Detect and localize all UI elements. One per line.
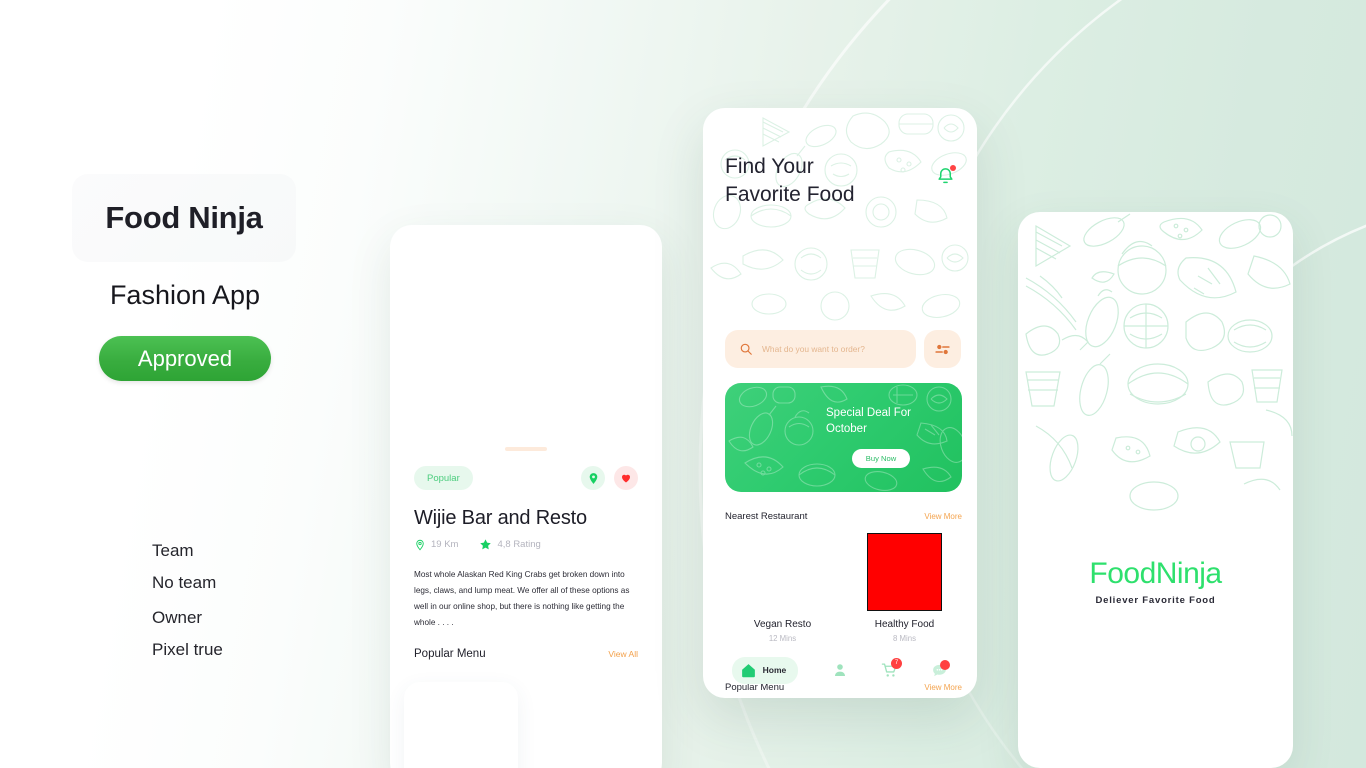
search-input[interactable] <box>762 344 892 354</box>
restaurant-description: Most whole Alaskan Red King Crabs get br… <box>414 570 630 627</box>
restaurant-card[interactable]: Vegan Resto 12 Mins <box>725 533 840 643</box>
app-title-chip: Food Ninja <box>72 174 296 262</box>
restaurant-thumb-missing <box>745 533 820 611</box>
home-title: Find Your Favorite Food <box>725 153 855 209</box>
popular-badge[interactable]: Popular <box>414 466 473 490</box>
restaurant-card-time: 8 Mins <box>893 634 916 643</box>
cart-badge: 7 <box>890 657 902 669</box>
nav-item-profile[interactable] <box>832 662 848 678</box>
food-doodle-pattern-splash <box>1025 213 1293 511</box>
banner-headline: Special Deal For October <box>826 407 912 435</box>
section-title-nearest: Nearest Restaurant <box>725 511 808 522</box>
view-more-nearest-link[interactable]: View More <box>924 512 962 521</box>
meta-item-team: Team <box>152 541 194 560</box>
nearest-restaurant-grid: Vegan Resto 12 Mins Healthy Food 8 Mins <box>725 533 962 643</box>
heart-icon <box>622 474 630 483</box>
location-pin-outline-icon <box>416 539 424 550</box>
notification-bell-button[interactable] <box>936 165 956 191</box>
banner-doodle-pattern <box>728 384 962 491</box>
person-icon <box>834 664 845 676</box>
meta-item-pixel-true: Pixel true <box>152 640 223 659</box>
restaurant-thumb-broken <box>867 533 942 611</box>
restaurant-card-name: Vegan Resto <box>753 619 812 630</box>
chat-badge-dot <box>940 659 951 670</box>
map-pin-icon <box>589 472 597 484</box>
food-doodle-pattern-header <box>710 112 969 321</box>
nav-item-chat[interactable] <box>931 659 951 679</box>
filter-sliders-icon <box>935 344 950 354</box>
buy-now-button[interactable]: Buy Now <box>852 449 910 468</box>
section-title: Popular Menu <box>414 648 486 660</box>
phone-mockup-home: Find Your Favorite Food What do you want… <box>703 108 977 698</box>
restaurant-card[interactable]: Healthy Food 8 Mins <box>847 533 962 643</box>
home-header: Find Your Favorite Food <box>725 153 956 209</box>
detail-menu-card-placeholder[interactable] <box>404 682 518 768</box>
app-subtitle: Fashion App <box>109 280 261 310</box>
map-pin-icon-button[interactable] <box>581 466 605 490</box>
home-title-line2: Favorite Food <box>725 183 855 206</box>
view-all-link[interactable]: View All <box>608 649 638 659</box>
nav-item-home[interactable]: Home <box>731 656 799 684</box>
logo-tagline: Deliever Favorite Food <box>1095 595 1216 606</box>
meta-item-no-team: No team <box>152 573 217 592</box>
home-title-line1: Find Your <box>725 155 814 178</box>
special-deal-banner[interactable]: Special Deal For October Buy Now <box>725 383 962 492</box>
rating-stat: 4,8 Rating <box>479 538 541 551</box>
search-row <box>725 330 961 368</box>
logo-wordmark: FoodNinja <box>1089 557 1222 590</box>
distance-value: 19 Km <box>431 539 459 550</box>
filter-button[interactable] <box>924 330 961 368</box>
nav-label-home: Home <box>762 665 787 675</box>
restaurant-stats: 19 Km 4,8 Rating <box>414 538 638 551</box>
star-icon <box>480 539 492 550</box>
nav-item-cart[interactable]: 7 <box>881 657 902 679</box>
project-meta-list: Team No team Owner Pixel true <box>152 535 223 666</box>
search-icon <box>740 343 752 355</box>
restaurant-card-time: 12 Mins <box>768 634 797 643</box>
restaurant-detail-content: Popular Wijie Bar and Resto 19 Km 4,8 Ra… <box>390 465 662 660</box>
status-badge-approved[interactable]: Approved <box>99 336 271 381</box>
phone-mockup-splash: FoodNinja Deliever Favorite Food <box>1018 212 1293 768</box>
rating-value: 4,8 Rating <box>497 539 541 550</box>
bottom-navigation-bar: Home 7 <box>715 650 965 690</box>
restaurant-card-name: Healthy Food <box>874 619 935 630</box>
page-title: Food Ninja <box>105 200 263 235</box>
favorite-icon-button[interactable] <box>614 466 638 490</box>
meta-item-owner: Owner <box>152 608 203 627</box>
home-icon <box>741 663 755 677</box>
detail-action-icons <box>581 466 638 490</box>
detail-badge-row: Popular <box>414 465 638 491</box>
notification-dot <box>950 165 956 171</box>
distance-stat: 19 Km <box>414 539 458 551</box>
search-box[interactable] <box>725 330 916 368</box>
detail-popular-menu-section: Popular Menu View All <box>414 648 638 660</box>
splash-logo: FoodNinja Deliever Favorite Food <box>1018 557 1293 606</box>
nearest-restaurant-section-header: Nearest Restaurant View More <box>725 511 962 522</box>
restaurant-name: Wijie Bar and Resto <box>414 507 587 529</box>
sheet-drag-handle[interactable] <box>505 447 547 451</box>
